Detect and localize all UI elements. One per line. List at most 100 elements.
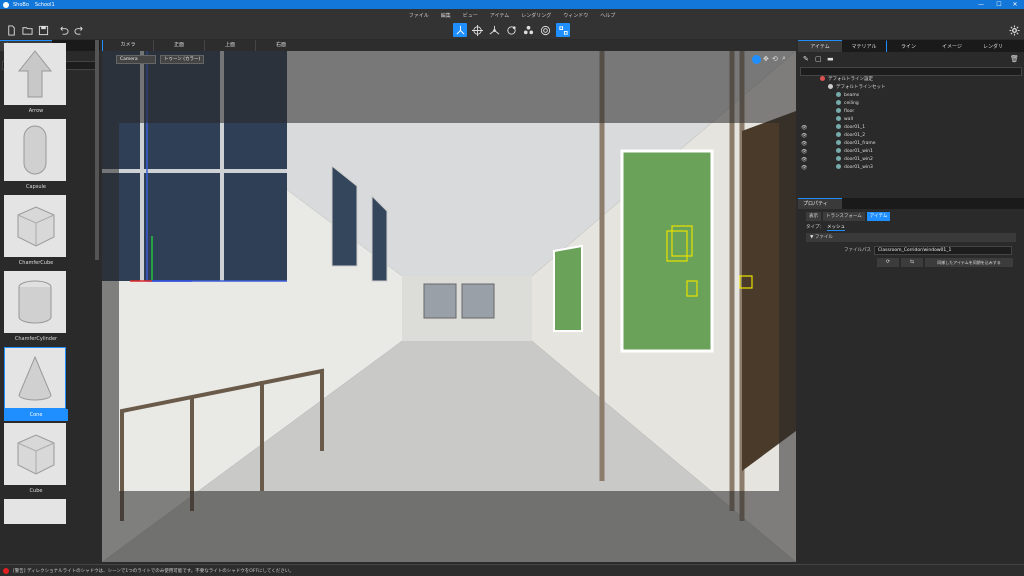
tree-node[interactable]: 👁 door01_win3 — [798, 164, 1024, 172]
asset-thumbnail — [4, 499, 66, 524]
right-panel: アイテム マテリアル ライン イメージ レンダリ ✎ ▢ ▬ 🗑 デフォルトライ… — [798, 40, 1024, 562]
new-item-icon[interactable]: ▢ — [815, 55, 822, 63]
file-path-field[interactable]: Classroom_Corridor/window01_1 — [874, 245, 1012, 255]
asset-cube[interactable]: Cube — [4, 423, 68, 497]
tree-node[interactable]: wall — [798, 116, 1024, 124]
pivot-tool-icon[interactable] — [487, 23, 501, 37]
tab-materials[interactable]: マテリアル — [842, 40, 886, 52]
settings-gear-icon[interactable] — [1007, 23, 1021, 37]
tab-properties[interactable]: プロパティ — [798, 198, 842, 209]
save-icon[interactable] — [36, 23, 50, 37]
tree-node-label: floor — [844, 109, 855, 114]
menu-file[interactable]: ファイル — [409, 12, 429, 19]
visibility-eye-icon[interactable]: 👁 — [801, 156, 807, 164]
pan-icon[interactable]: ✥ — [763, 55, 769, 63]
tree-node[interactable]: 👁 door01_2 — [798, 132, 1024, 140]
tab-items[interactable]: アイテム — [798, 40, 842, 52]
menu-help[interactable]: ヘルプ — [600, 12, 615, 19]
view-cube-icon[interactable] — [752, 55, 761, 64]
tree-node[interactable]: beams — [798, 92, 1024, 100]
asset-capsule[interactable]: Capsule — [4, 119, 68, 193]
camera-select[interactable]: Camera — [116, 55, 156, 64]
mesh-icon — [836, 148, 841, 153]
new-folder-icon[interactable]: ▬ — [827, 55, 834, 63]
tree-node[interactable]: ceiling — [798, 100, 1024, 108]
asset-chamfer-cube[interactable]: ChamferCube — [4, 195, 68, 269]
properties-tabbar: プロパティ — [798, 198, 1024, 209]
tab-front[interactable]: 正面 — [153, 40, 204, 51]
orbit-icon[interactable]: ⟲ — [772, 55, 778, 63]
tab-top[interactable]: 上面 — [204, 40, 255, 51]
subtab-display[interactable]: 表示 — [806, 212, 821, 221]
toolbar — [0, 21, 1024, 39]
tree-node[interactable]: デフォルトライン設定 — [798, 76, 1024, 84]
menu-edit[interactable]: 編集 — [441, 12, 451, 19]
move-tool-icon[interactable] — [453, 23, 467, 37]
asset-list-scrollbar[interactable] — [95, 40, 99, 260]
undo-icon[interactable] — [56, 23, 70, 37]
asset-cone[interactable]: Cone — [4, 347, 68, 421]
reload-all-button[interactable]: 同様したアイテムを同期を込みする — [925, 257, 1013, 267]
tree-node-label: door01_1 — [844, 125, 866, 130]
new-file-icon[interactable] — [4, 23, 18, 37]
select-mode-icon[interactable] — [556, 23, 570, 37]
tree-node[interactable]: 👁 door01_win2 — [798, 156, 1024, 164]
asset-list: Arrow Capsule ChamferCube ChamferCylinde… — [2, 41, 97, 524]
asset-arrow[interactable]: Arrow — [4, 43, 68, 117]
tree-node[interactable]: 👁 door01_frame — [798, 140, 1024, 148]
menu-item[interactable]: アイテム — [490, 12, 510, 19]
menu-render[interactable]: レンダリング — [521, 12, 551, 19]
snap-tool-icon[interactable] — [504, 23, 518, 37]
focus-tool-icon[interactable] — [538, 23, 552, 37]
menu-view[interactable]: ビュー — [463, 12, 478, 19]
asset-chamfer-cylinder[interactable]: ChamferCylinder — [4, 271, 68, 345]
edit-pencil-icon[interactable]: ✎ — [803, 55, 809, 63]
3d-viewport[interactable]: Camera トゥーン (カラー) ✥ ⟲ ⌕ — [102, 51, 796, 562]
group-tool-icon[interactable] — [521, 23, 535, 37]
redo-icon[interactable] — [72, 23, 86, 37]
render-mode-select[interactable]: トゥーン (カラー) — [160, 55, 204, 64]
item-search-input[interactable] — [800, 67, 1022, 76]
menu-window[interactable]: ウィンドウ — [563, 12, 588, 19]
visibility-eye-icon[interactable]: 👁 — [801, 140, 807, 148]
tree-node-label: door01_win2 — [844, 157, 873, 162]
close-button[interactable]: ✕ — [1006, 0, 1024, 9]
open-folder-icon[interactable] — [20, 23, 34, 37]
rotate-tool-icon[interactable] — [470, 23, 484, 37]
swap-button[interactable]: ⇆ — [901, 257, 923, 267]
tab-camera[interactable]: カメラ — [102, 40, 153, 51]
asset-label: ChamferCube — [18, 260, 54, 266]
visibility-eye-icon[interactable]: 👁 — [801, 164, 807, 172]
tree-node-label: wall — [844, 117, 853, 122]
visibility-eye-icon[interactable]: 👁 — [801, 132, 807, 140]
visibility-eye-icon[interactable]: 👁 — [801, 124, 807, 132]
item-toolbar: ✎ ▢ ▬ 🗑 — [798, 52, 1024, 67]
tree-node[interactable]: デフォルトラインセット — [798, 84, 1024, 92]
visibility-eye-icon[interactable]: 👁 — [801, 148, 807, 156]
type-label: タイプ： — [806, 225, 824, 230]
tree-node[interactable]: 👁 door01_1 — [798, 124, 1024, 132]
tab-right[interactable]: 右面 — [255, 40, 306, 51]
mesh-icon — [836, 92, 841, 97]
asset-next[interactable] — [4, 499, 68, 524]
tab-rendering[interactable]: レンダリ — [974, 40, 1012, 52]
reload-button[interactable]: ⟳ — [877, 257, 899, 267]
delete-trash-icon[interactable]: 🗑 — [1010, 55, 1019, 63]
chamfer-cube-thumbnail — [4, 195, 66, 257]
tree-node[interactable]: 👁 door01_win1 — [798, 148, 1024, 156]
file-section-header[interactable]: ▼ ファイル — [806, 233, 1016, 242]
tree-node[interactable]: floor — [798, 108, 1024, 116]
zoom-icon[interactable]: ⌕ — [782, 54, 786, 63]
type-line: タイプ： メッシュ — [798, 223, 1024, 233]
corridor-scene — [102, 51, 796, 562]
tab-lines[interactable]: ライン — [886, 40, 930, 52]
minimize-button[interactable]: — — [972, 0, 990, 9]
tree-node-label: door01_frame — [844, 141, 876, 146]
subtab-transform[interactable]: トランスフォーム — [823, 212, 865, 221]
tree-node-label: デフォルトラインセット — [836, 85, 886, 90]
tree-node-label: ceiling — [844, 101, 859, 106]
asset-label: Arrow — [28, 108, 44, 114]
tab-images[interactable]: イメージ — [930, 40, 974, 52]
file-path-row: ファイルパス Classroom_Corridor/window01_1 — [798, 244, 1024, 256]
subtab-item[interactable]: アイテム — [866, 212, 891, 221]
